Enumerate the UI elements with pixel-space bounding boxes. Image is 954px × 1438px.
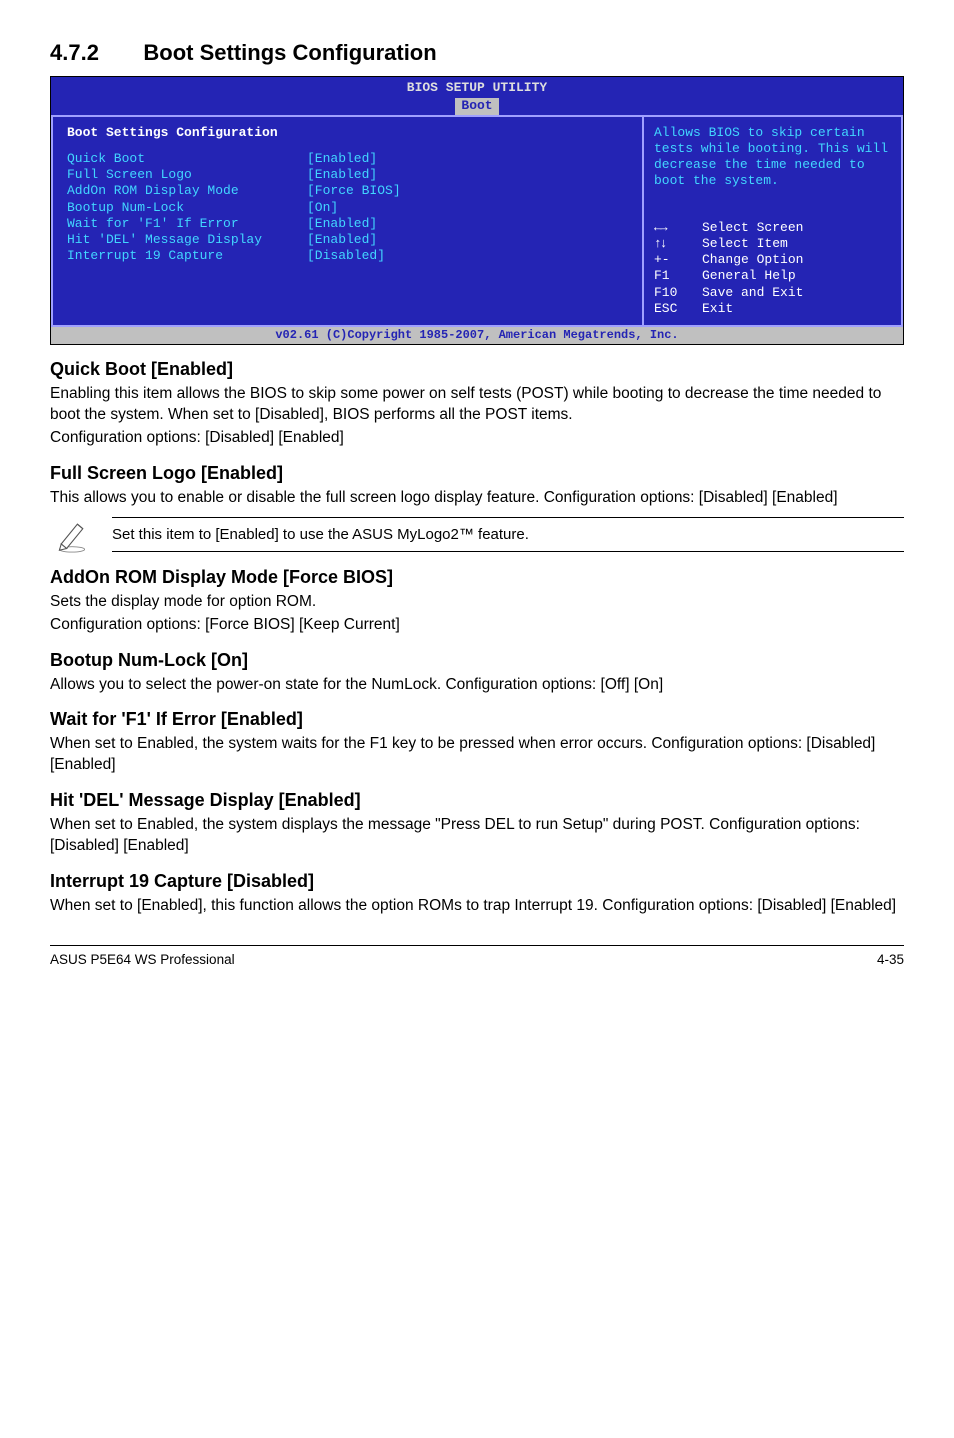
paragraph: Allows you to select the power-on state … [50,675,904,696]
footer-left: ASUS P5E64 WS Professional [50,952,235,967]
bios-key-legend: ←→Select Screen ↑↓Select Item +-Change O… [654,220,891,318]
paragraph: Configuration options: [Disabled] [Enabl… [50,428,904,449]
bios-footer: v02.61 (C)Copyright 1985-2007, American … [51,327,903,344]
paragraph: Configuration options: [Force BIOS] [Kee… [50,615,904,636]
paragraph: Sets the display mode for option ROM. [50,592,904,613]
bios-row: Interrupt 19 Capture[Disabled] [67,248,628,264]
section-title: Boot Settings Configuration [143,40,436,65]
bios-row: AddOn ROM Display Mode[Force BIOS] [67,183,628,199]
paragraph: When set to [Enabled], this function all… [50,896,904,917]
bios-row: Bootup Num-Lock[On] [67,200,628,216]
section-number: 4.7.2 [50,40,99,66]
paragraph: This allows you to enable or disable the… [50,488,904,509]
bios-row: Hit 'DEL' Message Display[Enabled] [67,232,628,248]
paragraph: Enabling this item allows the BIOS to sk… [50,384,904,426]
footer-page-number: 4-35 [877,952,904,967]
section-heading: 4.7.2 Boot Settings Configuration [50,40,904,66]
subheading-interrupt-19: Interrupt 19 Capture [Disabled] [50,871,904,892]
bios-row: Quick Boot[Enabled] [67,151,628,167]
bios-section-label: Boot Settings Configuration [67,125,628,141]
bios-active-tab: Boot [455,98,498,114]
subheading-full-screen-logo: Full Screen Logo [Enabled] [50,463,904,484]
bios-help-panel: Allows BIOS to skip certain tests while … [643,115,903,328]
bios-row: Full Screen Logo[Enabled] [67,167,628,183]
subheading-hit-del: Hit 'DEL' Message Display [Enabled] [50,790,904,811]
bios-titlebar: BIOS SETUP UTILITY Boot [51,77,903,115]
subheading-wait-f1: Wait for 'F1' If Error [Enabled] [50,709,904,730]
pencil-icon [50,517,94,553]
note-callout: Set this item to [Enabled] to use the AS… [50,517,904,553]
bios-title: BIOS SETUP UTILITY [407,80,547,95]
subheading-addon-rom: AddOn ROM Display Mode [Force BIOS] [50,567,904,588]
bios-help-text: Allows BIOS to skip certain tests while … [654,125,891,190]
bios-row: Wait for 'F1' If Error[Enabled] [67,216,628,232]
paragraph: When set to Enabled, the system displays… [50,815,904,857]
bios-main-panel: Boot Settings Configuration Quick Boot[E… [51,115,643,328]
note-text: Set this item to [Enabled] to use the AS… [112,517,904,552]
page-footer: ASUS P5E64 WS Professional 4-35 [50,945,904,967]
paragraph: When set to Enabled, the system waits fo… [50,734,904,776]
subheading-numlock: Bootup Num-Lock [On] [50,650,904,671]
bios-screenshot: BIOS SETUP UTILITY Boot Boot Settings Co… [50,76,904,345]
subheading-quick-boot: Quick Boot [Enabled] [50,359,904,380]
